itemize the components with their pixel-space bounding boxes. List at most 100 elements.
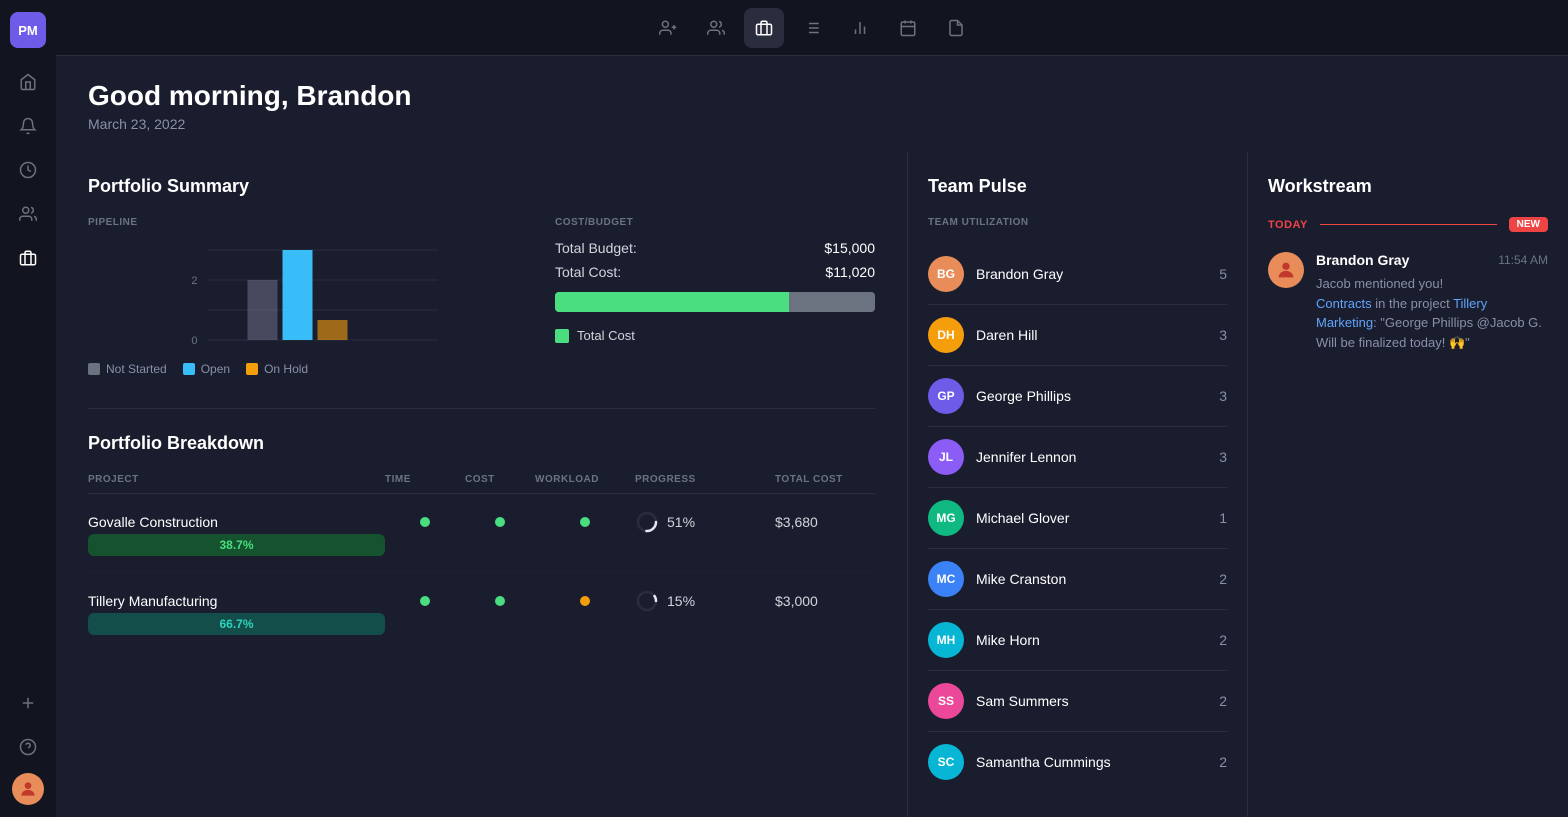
badge-govalle: 38.7% [88,534,385,556]
nav-team[interactable] [696,8,736,48]
col-workload: WORKLOAD [535,474,635,485]
col-time: TIME [385,474,465,485]
breakdown-title: Portfolio Breakdown [88,433,875,454]
badge-tillery: 66.7% [88,613,385,635]
total-budget-label: Total Budget: [555,240,637,256]
ws-time: 11:54 AM [1498,253,1548,267]
date-display: March 23, 2022 [88,116,1536,132]
member-count: 3 [1219,327,1227,343]
ws-link-contracts[interactable]: Contracts [1316,296,1372,311]
member-count: 2 [1219,632,1227,648]
member-count: 2 [1219,754,1227,770]
content-area: Portfolio Summary PIPELINE 2 [56,152,1568,817]
team-member: SC Samantha Cummings 2 [928,732,1227,792]
pipeline-svg: 2 0 [88,240,507,350]
new-badge: NEW [1509,217,1548,232]
cost-indicator-govalle [465,517,535,527]
member-avatar: JL [928,439,964,475]
member-name: Sam Summers [976,693,1207,709]
total-cost-govalle: $3,680 [775,514,875,530]
table-row: Tillery Manufacturing 15% $3,000 66.7% [88,573,875,651]
member-count: 1 [1219,510,1227,526]
time-indicator-govalle [385,517,465,527]
team-members-list: BG Brandon Gray 5 DH Daren Hill 3 GP Geo… [928,244,1227,792]
today-line [1320,224,1497,225]
cost-progress-bar [555,292,875,312]
ws-content: Brandon Gray 11:54 AM Jacob mentioned yo… [1316,252,1548,352]
team-member: BG Brandon Gray 5 [928,244,1227,305]
project-name-govalle: Govalle Construction [88,514,385,530]
team-member: MC Mike Cranston 2 [928,549,1227,610]
member-name: Jennifer Lennon [976,449,1207,465]
nav-portfolio[interactable] [744,8,784,48]
open-dot [183,363,195,375]
sidebar-item-help[interactable] [10,729,46,765]
member-avatar: SC [928,744,964,780]
sidebar: PM [0,0,56,817]
cost-budget-section: COST/BUDGET Total Budget: $15,000 Total … [555,217,875,376]
nav-chart[interactable] [840,8,880,48]
col-cost: COST [465,474,535,485]
not-started-dot [88,363,100,375]
total-cost-tillery: $3,000 [775,593,875,609]
progress-govalle: 51% [635,510,775,534]
workload-indicator-govalle [535,517,635,527]
on-hold-dot [246,363,258,375]
user-avatar[interactable] [12,773,44,805]
pipeline-chart: 2 0 [88,240,507,350]
member-count: 5 [1219,266,1227,282]
team-member: MH Mike Horn 2 [928,610,1227,671]
ws-author-name: Brandon Gray [1316,252,1409,268]
breakdown-table: PROJECT TIME COST WORKLOAD PROGRESS TOTA… [88,474,875,651]
dot-green [495,517,505,527]
team-member: SS Sam Summers 2 [928,671,1227,732]
pipeline-label: PIPELINE [88,217,507,228]
sidebar-item-add[interactable] [10,685,46,721]
col-project: PROJECT [88,474,385,485]
time-indicator-tillery [385,596,465,606]
progress-pct-tillery: 15% [667,593,695,609]
total-cost-legend-label: Total Cost [577,328,635,343]
team-utilization-label: TEAM UTILIZATION [928,217,1227,228]
team-pulse-panel: Team Pulse TEAM UTILIZATION BG Brandon G… [908,152,1248,817]
dot-green [420,596,430,606]
legend-on-hold: On Hold [246,362,308,376]
team-member: JL Jennifer Lennon 3 [928,427,1227,488]
member-count: 3 [1219,449,1227,465]
nav-calendar[interactable] [888,8,928,48]
progress-bar-used [555,292,789,312]
workstream-panel: Workstream TODAY NEW Brandon Gray 11:54 … [1248,152,1568,817]
member-count: 2 [1219,693,1227,709]
sidebar-item-briefcase[interactable] [10,240,46,276]
total-cost-value: $11,020 [825,264,875,280]
pipeline-section: PIPELINE 2 0 [88,217,507,376]
nav-list[interactable] [792,8,832,48]
legend-open: Open [183,362,230,376]
progress-ring-govalle [635,510,659,534]
workload-indicator-tillery [535,596,635,606]
member-avatar: DH [928,317,964,353]
cost-budget-label: COST/BUDGET [555,217,875,228]
top-nav [56,0,1568,56]
on-hold-label: On Hold [264,362,308,376]
sidebar-item-people[interactable] [10,196,46,232]
col-progress: PROGRESS [635,474,775,485]
open-label: Open [201,362,230,376]
member-name: George Phillips [976,388,1207,404]
section-divider [88,408,875,409]
member-name: Michael Glover [976,510,1207,526]
today-label: TODAY [1268,219,1308,231]
workstream-title: Workstream [1268,176,1548,197]
sidebar-item-notifications[interactable] [10,108,46,144]
nav-document[interactable] [936,8,976,48]
app-logo[interactable]: PM [10,12,46,48]
member-name: Brandon Gray [976,266,1207,282]
sidebar-item-home[interactable] [10,64,46,100]
total-cost-label-text: Total Cost: [555,264,621,280]
member-name: Mike Horn [976,632,1207,648]
team-member: GP George Phillips 3 [928,366,1227,427]
dot-green [420,517,430,527]
nav-add-member[interactable] [648,8,688,48]
sidebar-item-history[interactable] [10,152,46,188]
total-budget-row: Total Budget: $15,000 [555,240,875,256]
